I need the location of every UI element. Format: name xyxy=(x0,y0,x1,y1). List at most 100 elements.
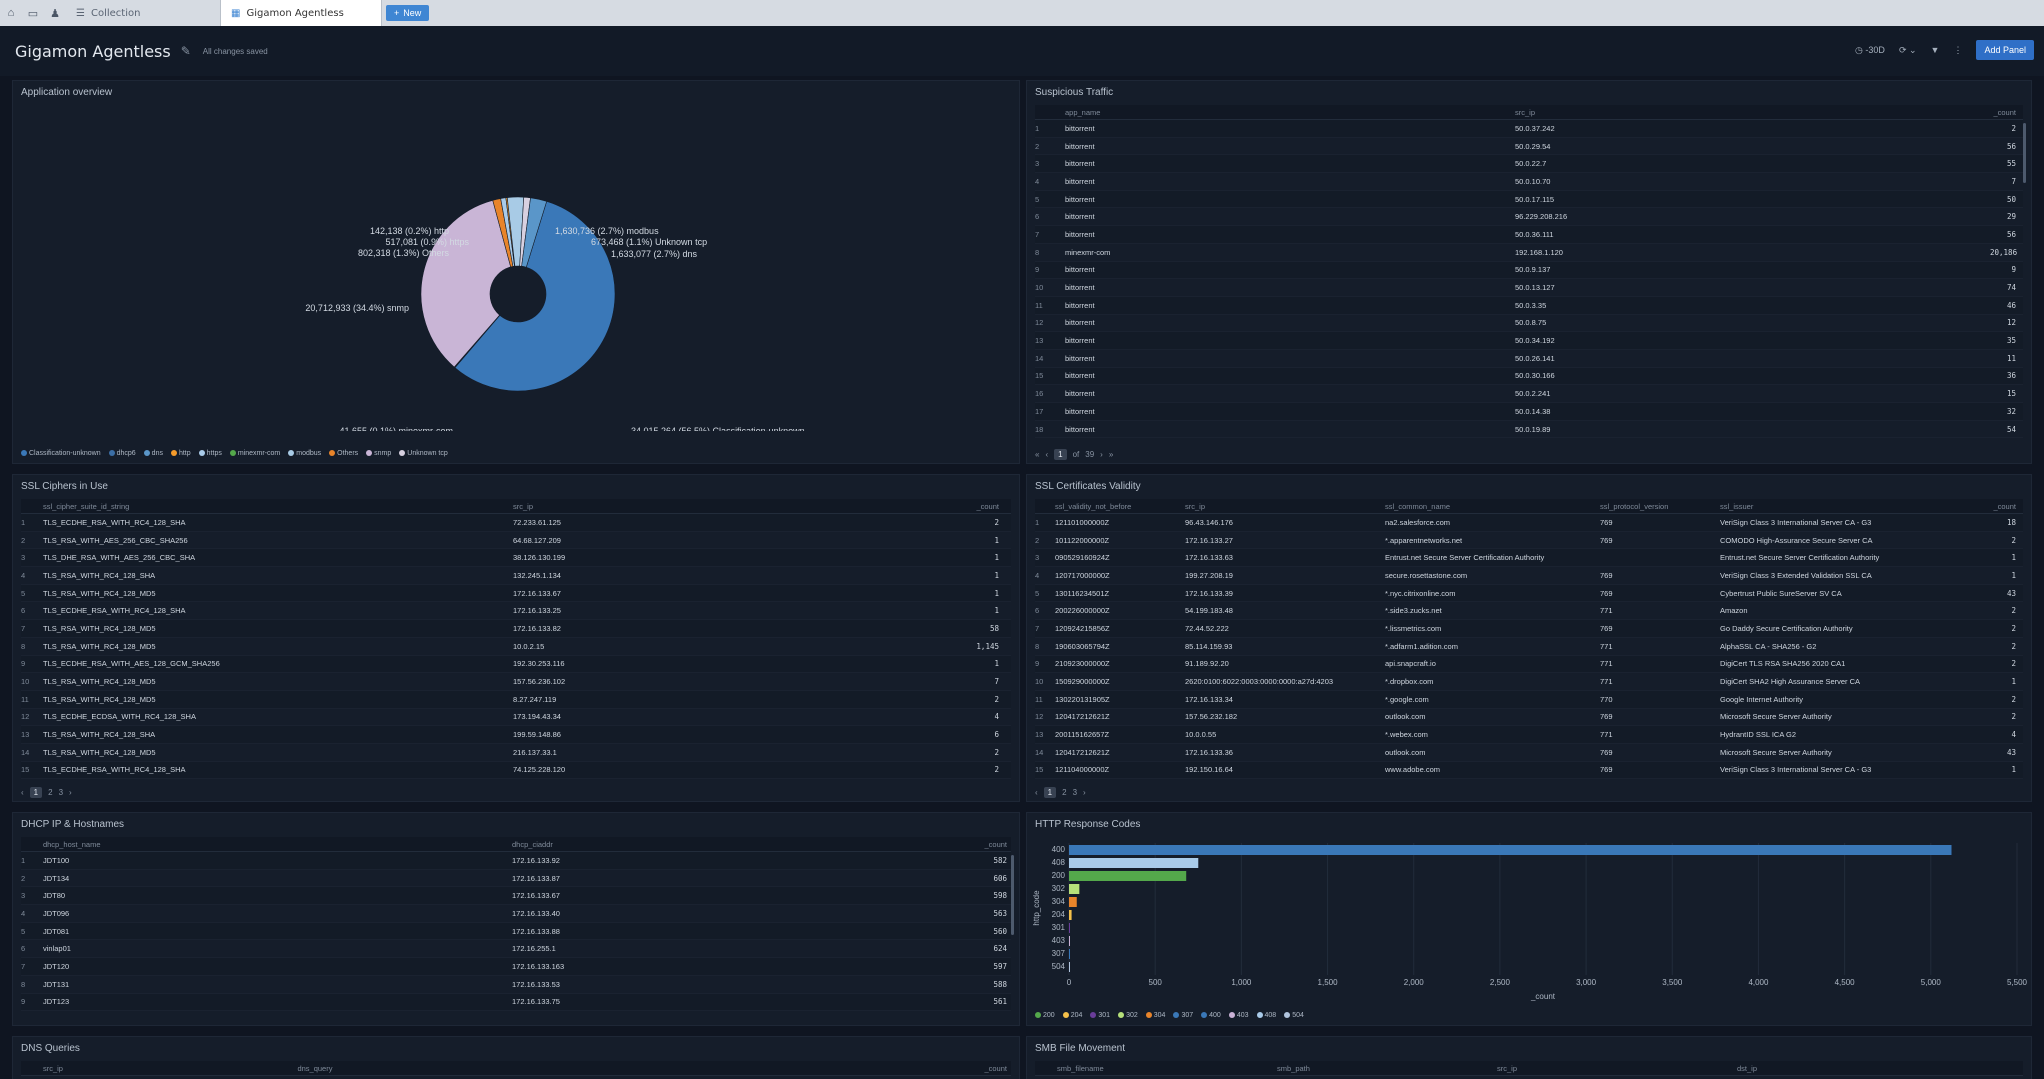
table-row[interactable]: 7 120924215856Z 72.44.52.222 *.lissmetrics.… xyxy=(1035,620,2023,638)
table-row[interactable]: 2 bittorrent 50.0.29.54 56 xyxy=(1035,138,2023,156)
table-row[interactable]: 8 TLS_RSA_WITH_RC4_128_MD5 10.0.2.15 1,145 xyxy=(21,638,1011,656)
column-header[interactable]: _count xyxy=(1990,108,2020,117)
table-row[interactable]: 9 210923000000Z 91.189.92.20 api.snapcraft.… xyxy=(1035,655,2023,674)
table-row[interactable]: 12 120417212621Z 157.56.232.182 outlook.com… xyxy=(1035,709,2023,727)
table-row[interactable]: 6 bittorrent 96.229.208.216 29 xyxy=(1035,208,2023,227)
table-row[interactable]: 4 bittorrent 50.0.10.70 7 xyxy=(1035,173,2023,191)
legend-item[interactable]: 400 xyxy=(1201,1012,1221,1019)
prev-page-icon[interactable]: ‹ xyxy=(21,788,24,797)
legend-item[interactable]: 504 xyxy=(1284,1012,1304,1019)
column-header[interactable]: src_ip xyxy=(513,502,873,511)
legend-item[interactable]: 301 xyxy=(1090,1012,1110,1019)
prev-page-icon[interactable]: ‹ xyxy=(1045,450,1048,459)
table-row[interactable]: 14 TLS_RSA_WITH_RC4_128_MD5 216.137.33.1 2 xyxy=(21,744,1011,762)
table-row[interactable]: 18 bittorrent 50.0.19.89 54 xyxy=(1035,421,2023,439)
bar-408[interactable] xyxy=(1069,858,1199,868)
tab-gigamon-agentless[interactable]: ▦ Gigamon Agentless xyxy=(220,0,382,26)
legend-item[interactable]: 304 xyxy=(1145,1012,1165,1019)
column-header[interactable]: ssl_cipher_suite_id_string xyxy=(43,502,513,511)
folder-icon[interactable]: ▭ xyxy=(22,0,44,26)
refresh-icon[interactable]: ⟳ ⌄ xyxy=(1899,45,1917,56)
next-page-icon[interactable]: › xyxy=(69,788,72,797)
legend-item[interactable]: snmp xyxy=(366,450,391,457)
column-header[interactable]: src_ip xyxy=(43,1064,297,1073)
table-row[interactable]: 6 TLS_ECDHE_RSA_WITH_RC4_128_SHA 172.16.13… xyxy=(21,602,1011,621)
legend-item[interactable]: http xyxy=(170,450,191,457)
page-link[interactable]: 3 xyxy=(1073,788,1077,797)
table-row[interactable]: 10 TLS_RSA_WITH_RC4_128_MD5 157.56.236.102… xyxy=(21,673,1011,691)
column-header[interactable]: _count xyxy=(961,1064,1011,1073)
legend-item[interactable]: Unknown tcp xyxy=(399,450,448,457)
table-row[interactable]: 7 JDT120 172.16.133.163 597 xyxy=(21,958,1011,976)
bar-400[interactable] xyxy=(1069,845,1952,855)
next-page-icon[interactable]: › xyxy=(1100,450,1103,459)
bar-200[interactable] xyxy=(1069,871,1187,881)
table-row[interactable]: 3 090529160924Z 172.16.133.63 Entrust.net S… xyxy=(1035,549,2023,568)
table-row[interactable]: 3 JDT80 172.16.133.67 598 xyxy=(21,887,1011,906)
bar-504[interactable] xyxy=(1069,962,1070,972)
table-row[interactable]: 9 TLS_ECDHE_RSA_WITH_AES_128_GCM_SHA256 19… xyxy=(21,655,1011,674)
table-row[interactable]: 5 bittorrent 50.0.17.115 50 xyxy=(1035,190,2023,209)
column-header[interactable]: smb_filename xyxy=(1057,1064,1277,1073)
column-header[interactable]: _count xyxy=(981,840,1011,849)
table-row[interactable]: 3 TLS_DHE_RSA_WITH_AES_256_CBC_SHA 38.126.… xyxy=(21,549,1011,568)
time-range-button[interactable]: ◷ -30D xyxy=(1855,45,1885,56)
legend-item[interactable]: Classification-unknown xyxy=(21,450,101,457)
table-row[interactable]: 1 bittorrent 50.0.37.242 2 xyxy=(1035,120,2023,138)
column-header[interactable]: dhcp_ciaddr xyxy=(512,840,981,849)
column-header[interactable]: ssl_common_name xyxy=(1385,502,1600,511)
table-row[interactable]: 1 121101000000Z 96.43.146.176 na2.salesforc… xyxy=(1035,514,2023,532)
table-row[interactable]: 4 JDT096 172.16.133.40 563 xyxy=(21,905,1011,923)
column-header[interactable]: ssl_issuer xyxy=(1720,502,1980,511)
table-row[interactable]: 8 190603065794Z 85.114.159.93 *.adfarm1.adi… xyxy=(1035,638,2023,656)
table-row[interactable]: 5 TLS_RSA_WITH_RC4_128_MD5 172.16.133.67 1 xyxy=(21,584,1011,603)
table-row[interactable]: 17 bittorrent 50.0.14.38 32 xyxy=(1035,403,2023,421)
table-row[interactable]: 12 bittorrent 50.0.8.75 12 xyxy=(1035,315,2023,333)
page-link[interactable]: 2 xyxy=(1062,788,1066,797)
table-row[interactable]: 15 TLS_ECDHE_RSA_WITH_RC4_128_SHA 74.125.2… xyxy=(21,761,1011,780)
legend-item[interactable]: 403 xyxy=(1228,1012,1249,1019)
column-header[interactable]: src_ip xyxy=(1515,108,1990,117)
table-row[interactable]: 8 minexmr-com 192.168.1.120 20,186 xyxy=(1035,244,2023,262)
table-row[interactable]: 5 130116234501Z 172.16.133.39 *.nyc.citrixo… xyxy=(1035,584,2023,603)
column-header[interactable]: app_name xyxy=(1065,108,1515,117)
bar-301[interactable] xyxy=(1069,923,1070,933)
column-header[interactable]: _count xyxy=(1980,502,2020,511)
scrollbar[interactable] xyxy=(1011,855,1014,935)
edit-icon[interactable]: ✎ xyxy=(181,44,191,58)
table-row[interactable]: 13 bittorrent 50.0.34.192 35 xyxy=(1035,332,2023,350)
table-row[interactable]: 10 150929000000Z 2620:0100:6022:0003:0000:… xyxy=(1035,673,2023,691)
bar-302[interactable] xyxy=(1069,884,1080,894)
column-header[interactable]: ssl_protocol_version xyxy=(1600,502,1720,511)
legend-item[interactable]: 204 xyxy=(1062,1012,1082,1019)
page-link[interactable]: 2 xyxy=(48,788,52,797)
column-header[interactable]: ssl_validity_not_before xyxy=(1055,502,1185,511)
column-header[interactable]: src_ip xyxy=(1497,1064,1737,1073)
column-header[interactable]: dhcp_host_name xyxy=(43,840,512,849)
column-header[interactable]: dst_ip xyxy=(1737,1064,2017,1073)
table-row[interactable]: 2 101122000000Z 172.16.133.27 *.apparentnet… xyxy=(1035,532,2023,550)
table-row[interactable]: 13 TLS_RSA_WITH_RC4_128_SHA 199.59.148.86 6 xyxy=(21,726,1011,744)
table-row[interactable]: 5 JDT081 172.16.133.88 560 xyxy=(21,922,1011,941)
legend-item[interactable]: dhcp6 xyxy=(108,450,136,457)
legend-item[interactable]: 302 xyxy=(1118,1012,1138,1019)
legend-item[interactable]: 408 xyxy=(1256,1012,1276,1019)
last-page-icon[interactable]: » xyxy=(1109,450,1113,459)
column-header[interactable]: src_ip xyxy=(1185,502,1385,511)
table-row[interactable]: 9 bittorrent 50.0.9.137 9 xyxy=(1035,261,2023,280)
legend-item[interactable]: modbus xyxy=(288,450,321,457)
column-header[interactable]: dns_query xyxy=(297,1064,961,1073)
legend-item[interactable]: minexmr-com xyxy=(229,450,280,457)
legend-item[interactable]: 307 xyxy=(1173,1012,1193,1019)
table-row[interactable]: 15 bittorrent 50.0.30.166 36 xyxy=(1035,367,2023,386)
next-page-icon[interactable]: › xyxy=(1083,788,1086,797)
table-row[interactable]: 6 200226000000Z 54.199.183.48 *.side3.zucks… xyxy=(1035,602,2023,621)
table-row[interactable]: 3 bittorrent 50.0.22.7 55 xyxy=(1035,155,2023,174)
legend-item[interactable]: https xyxy=(198,450,222,457)
column-header[interactable]: smb_path xyxy=(1277,1064,1497,1073)
legend-item[interactable]: dns xyxy=(143,450,163,457)
legend-item[interactable]: Others xyxy=(329,450,358,457)
home-icon[interactable]: ⌂ xyxy=(0,0,22,26)
table-row[interactable]: 14 120417212621Z 172.16.133.36 outlook.com 7… xyxy=(1035,744,2023,762)
table-row[interactable]: 16 bittorrent 50.0.2.241 15 xyxy=(1035,385,2023,403)
